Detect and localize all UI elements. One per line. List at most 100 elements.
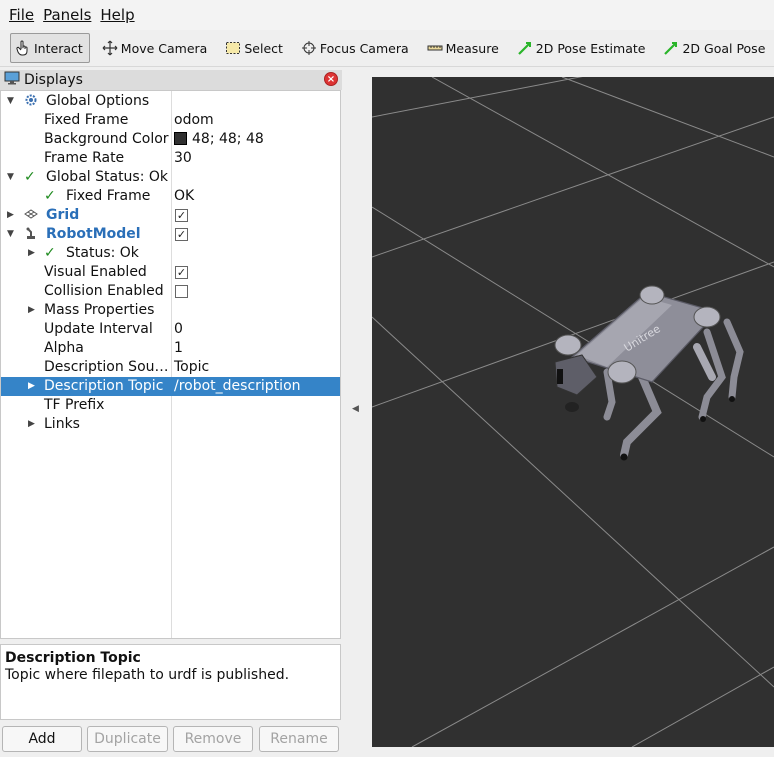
tree-row-fixed-frame[interactable]: Fixed Frame odom — [1, 111, 340, 130]
move-arrows-icon — [102, 40, 118, 56]
tree-row-background-color[interactable]: Background Color 48; 48; 48 — [1, 130, 340, 149]
menu-bar: File Panels Help — [0, 0, 774, 30]
alpha-value[interactable]: 1 — [174, 339, 183, 358]
tree-row-description-source[interactable]: Description Sou… Topic — [1, 358, 340, 377]
select-tool-button[interactable]: Select — [221, 33, 289, 63]
grid-enabled-checkbox[interactable]: ✓ — [175, 209, 188, 222]
pose-estimate-tool-button[interactable]: 2D Pose Estimate — [513, 33, 652, 63]
tree-label: Collision Enabled — [44, 283, 164, 299]
collision-enabled-checkbox[interactable] — [175, 285, 188, 298]
help-text: Topic where filepath to urdf is publishe… — [5, 667, 290, 683]
tools-toolbar: Interact Move Camera Select Focus Camera… — [0, 30, 774, 67]
add-button[interactable]: Add — [2, 726, 82, 752]
tree-row-frame-rate[interactable]: Frame Rate 30 — [1, 149, 340, 168]
tree-row-mass-properties[interactable]: ▶ Mass Properties — [1, 301, 340, 320]
menu-file-label: File — [9, 6, 35, 24]
tree-row-status-fixed-frame[interactable]: ✓ Fixed Frame OK — [1, 187, 340, 206]
interact-tool-button[interactable]: Interact — [10, 33, 90, 63]
tree-row-visual-enabled[interactable]: Visual Enabled ✓ — [1, 263, 340, 282]
duplicate-button[interactable]: Duplicate — [87, 726, 168, 752]
tree-label: Links — [44, 416, 80, 432]
hand-pointer-icon — [15, 40, 31, 56]
monitor-icon — [4, 71, 20, 89]
chevron-down-icon[interactable]: ▼ — [7, 92, 14, 111]
move-camera-tool-button[interactable]: Move Camera — [98, 33, 214, 63]
displays-panel: Displays × ▼ Global Options Fixed Frame … — [0, 70, 342, 757]
collapse-left-icon[interactable]: ◀ — [352, 404, 359, 414]
goal-pose-tool-label: 2D Goal Pose — [682, 40, 766, 56]
menu-file[interactable]: File — [6, 6, 40, 24]
checkmark-icon: ✓ — [24, 169, 36, 185]
pose-estimate-tool-label: 2D Pose Estimate — [535, 40, 646, 56]
tree-row-robot-model[interactable]: ▼ RobotModel ✓ — [1, 225, 340, 244]
frame-rate-value[interactable]: 30 — [174, 149, 192, 168]
3d-viewport[interactable]: Unitree — [372, 77, 774, 747]
panel-splitter[interactable]: ◀ — [342, 70, 372, 757]
menu-help-label: Help — [100, 6, 135, 24]
background-color-value[interactable]: 48; 48; 48 — [174, 130, 264, 149]
rename-button[interactable]: Rename — [259, 726, 339, 752]
chevron-right-icon[interactable]: ▶ — [28, 415, 35, 434]
grid-icon — [24, 206, 38, 225]
gear-icon — [24, 92, 38, 111]
chevron-down-icon[interactable]: ▼ — [7, 225, 14, 244]
tree-row-grid[interactable]: ▶ Grid ✓ — [1, 206, 340, 225]
move-camera-tool-label: Move Camera — [120, 40, 208, 56]
tree-row-collision-enabled[interactable]: Collision Enabled — [1, 282, 340, 301]
robot-arm-icon — [24, 225, 38, 244]
tree-row-update-interval[interactable]: Update Interval 0 — [1, 320, 340, 339]
green-arrow-icon — [663, 40, 679, 56]
grid-lines — [372, 77, 774, 747]
description-source-value[interactable]: Topic — [174, 358, 209, 377]
tree-label: Alpha — [44, 340, 84, 356]
tree-label: Frame Rate — [44, 150, 125, 166]
tree-row-links[interactable]: ▶ Links — [1, 415, 340, 434]
select-box-icon — [225, 40, 241, 56]
checkmark-icon: ✓ — [44, 245, 56, 261]
tree-row-global-options[interactable]: ▼ Global Options — [1, 92, 340, 111]
tree-label: Mass Properties — [44, 302, 155, 318]
robot-model-mesh: Unitree — [554, 285, 744, 461]
tree-label: Fixed Frame — [44, 112, 129, 128]
menu-panels-label: Panels — [43, 6, 92, 24]
chevron-right-icon[interactable]: ▶ — [28, 301, 35, 320]
menu-panels[interactable]: Panels — [40, 6, 97, 24]
displays-tree[interactable]: ▼ Global Options Fixed Frame odom Backgr… — [0, 90, 341, 639]
crosshair-icon — [301, 40, 317, 56]
description-topic-value[interactable]: /robot_description — [174, 377, 301, 396]
property-help-pane: Description Topic Topic where filepath t… — [0, 644, 341, 720]
remove-button[interactable]: Remove — [173, 726, 253, 752]
robot-model-enabled-checkbox[interactable]: ✓ — [175, 228, 188, 241]
focus-camera-tool-button[interactable]: Focus Camera — [297, 33, 415, 63]
tree-label: Visual Enabled — [44, 264, 147, 280]
goal-pose-tool-button[interactable]: 2D Goal Pose — [659, 33, 771, 63]
status-fixed-frame-value: OK — [174, 188, 195, 204]
menu-help[interactable]: Help — [97, 6, 140, 24]
chevron-right-icon[interactable]: ▶ — [7, 206, 14, 225]
tree-label: Description Sou… — [44, 359, 169, 375]
viewport-scene: Unitree — [372, 77, 774, 747]
visual-enabled-checkbox[interactable]: ✓ — [175, 266, 188, 279]
close-icon[interactable]: × — [324, 72, 338, 86]
tree-row-robot-status[interactable]: ▶ ✓ Status: Ok — [1, 244, 340, 263]
tree-label: Update Interval — [44, 321, 153, 337]
focus-camera-tool-label: Focus Camera — [319, 40, 409, 56]
tree-row-alpha[interactable]: Alpha 1 — [1, 339, 340, 358]
tree-label: Global Status: Ok — [46, 169, 169, 185]
fixed-frame-value[interactable]: odom — [174, 111, 214, 130]
tree-row-tf-prefix[interactable]: TF Prefix — [1, 396, 340, 415]
tree-row-description-topic[interactable]: ▶ Description Topic /robot_description — [1, 377, 340, 396]
display-buttons: Add Duplicate Remove Rename — [0, 726, 342, 754]
chevron-right-icon[interactable]: ▶ — [28, 244, 35, 263]
tree-label: Description Topic — [44, 378, 164, 394]
measure-tool-button[interactable]: Measure — [423, 33, 505, 63]
tree-label: Fixed Frame — [66, 188, 151, 204]
chevron-right-icon[interactable]: ▶ — [28, 377, 35, 396]
update-interval-value[interactable]: 0 — [174, 320, 183, 339]
interact-tool-label: Interact — [34, 40, 83, 56]
chevron-down-icon[interactable]: ▼ — [7, 168, 14, 187]
checkmark-icon: ✓ — [44, 188, 56, 204]
tree-row-global-status[interactable]: ▼ ✓ Global Status: Ok — [1, 168, 340, 187]
tree-label: RobotModel — [46, 226, 141, 242]
tree-label: TF Prefix — [44, 397, 105, 413]
